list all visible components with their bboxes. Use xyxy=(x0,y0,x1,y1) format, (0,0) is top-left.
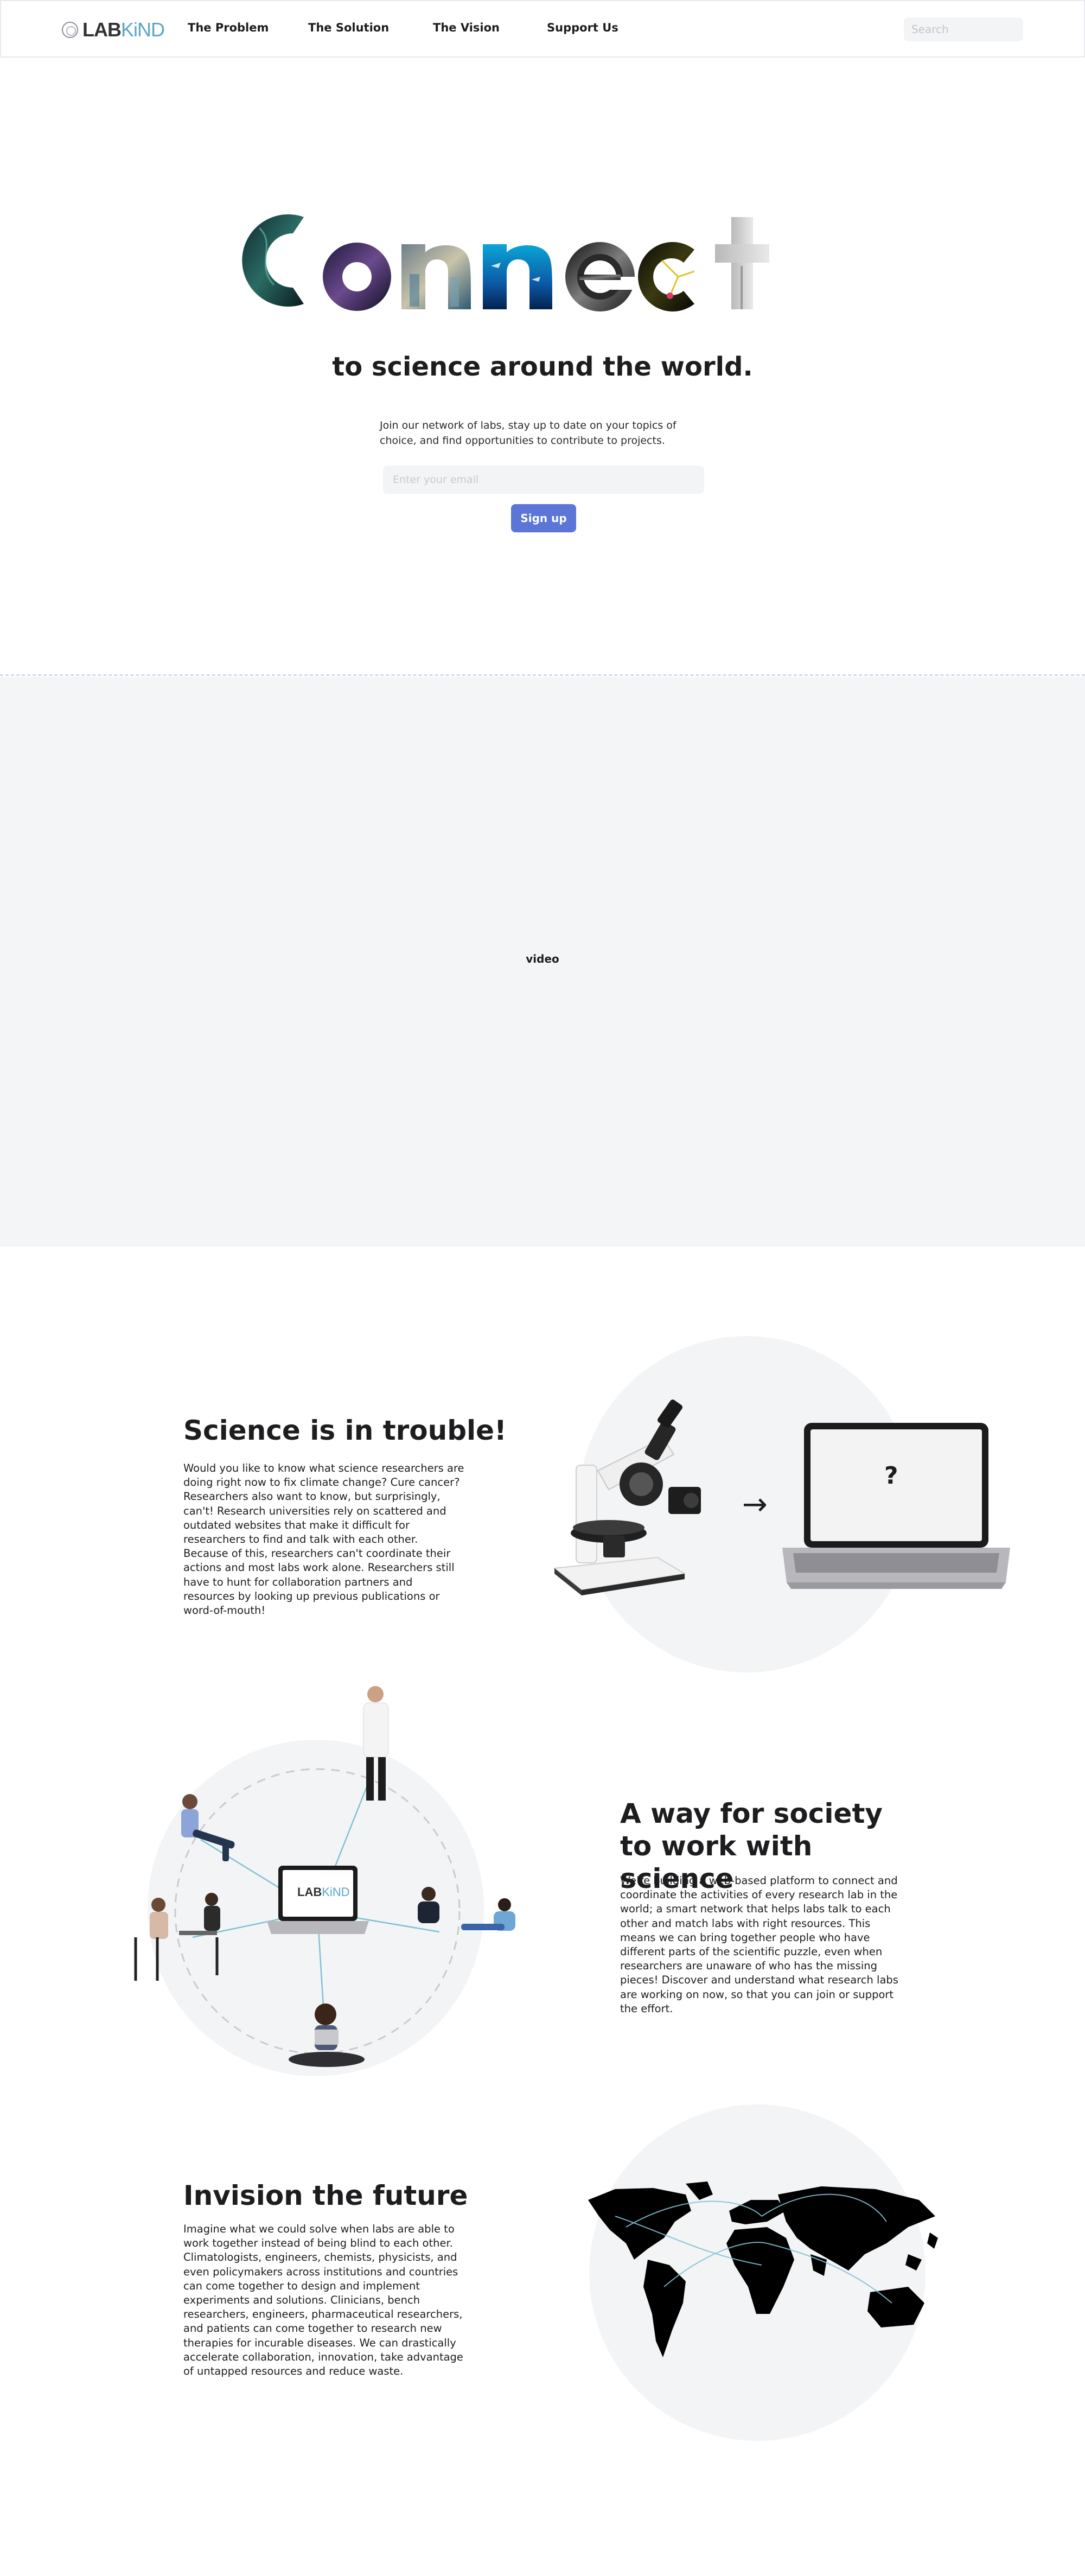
laptop-logo-kind: KiND xyxy=(322,1885,350,1899)
connect-letter-o xyxy=(323,243,391,311)
email-field[interactable] xyxy=(383,466,704,494)
problem-heading: Science is in trouble! xyxy=(183,1415,507,1446)
center-laptop xyxy=(267,1866,369,1934)
search-input[interactable] xyxy=(904,17,1023,41)
logo-lab: LAB xyxy=(82,18,122,41)
question-mark: ? xyxy=(884,1462,898,1490)
world-map-illustration xyxy=(588,2181,938,2357)
hero-description: Join our network of labs, stay up to dat… xyxy=(380,419,676,447)
laptop-logo-lab: LAB xyxy=(297,1885,322,1899)
video-placeholder[interactable]: video xyxy=(0,677,1085,1246)
problem-body: Would you like to know what science rese… xyxy=(183,1462,464,1617)
vision-body: Imagine what we could solve when labs ar… xyxy=(183,2223,463,2378)
labkind-logo[interactable]: LABKiND xyxy=(62,18,165,41)
laptop-question-illustration xyxy=(782,1423,1010,1589)
laptop-screen-logo: LABKiND xyxy=(297,1885,350,1899)
person-with-laptop xyxy=(289,2003,365,2067)
people-cafe-table xyxy=(134,1893,220,1981)
connect-letter-n-first xyxy=(401,244,471,309)
microscope-illustration xyxy=(553,1400,701,1595)
nav-link-the-vision[interactable]: The Vision xyxy=(433,21,500,34)
logo-globe-icon xyxy=(62,22,78,38)
vision-heading: Invision the future xyxy=(183,2180,468,2211)
logo-text: LABKiND xyxy=(82,18,165,41)
logo-kind: KiND xyxy=(121,18,165,41)
connect-hero-title xyxy=(242,214,769,311)
arrow-right-icon: → xyxy=(742,1487,768,1522)
hero-subtitle: to science around the world. xyxy=(332,352,753,382)
connect-letter-c xyxy=(242,214,304,307)
connect-letter-e xyxy=(565,242,638,311)
connect-letter-t xyxy=(715,217,769,309)
connect-letter-c-second xyxy=(638,242,695,311)
section-divider xyxy=(0,675,1085,676)
nav-link-support-us[interactable]: Support Us xyxy=(547,21,618,34)
solution-body: We're building a web-based platform to c… xyxy=(620,1874,898,2015)
connect-letter-n-second xyxy=(483,244,552,309)
person-scientist-lab-coat xyxy=(363,1686,389,1801)
video-label: video xyxy=(526,952,559,965)
sign-up-button[interactable]: Sign up xyxy=(511,504,576,532)
people-sitting-floor xyxy=(418,1887,515,1931)
nav-link-the-solution[interactable]: The Solution xyxy=(308,21,389,34)
nav-link-the-problem[interactable]: The Problem xyxy=(188,21,269,34)
top-navigation: LABKiND The Problem The Solution The Vis… xyxy=(0,0,1085,58)
